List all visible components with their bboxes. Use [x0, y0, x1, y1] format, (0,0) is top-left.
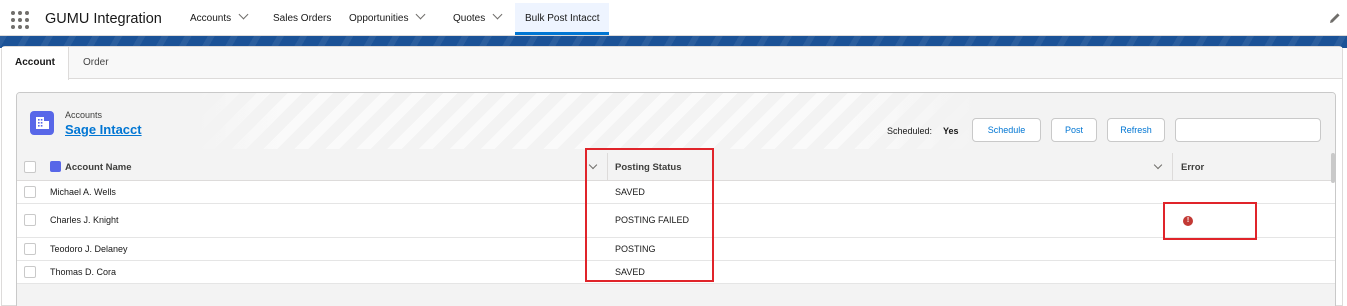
pencil-icon[interactable]: [1329, 12, 1341, 24]
scheduled-value: Yes: [943, 126, 959, 136]
account-name-cell: Michael A. Wells: [50, 187, 116, 197]
row-checkbox[interactable]: [24, 186, 36, 198]
global-navigation: GUMU Integration Accounts Sales Orders O…: [0, 0, 1347, 36]
nav-item-sales-orders[interactable]: Sales Orders: [273, 3, 331, 35]
tab-account[interactable]: Account: [2, 47, 69, 80]
account-name-cell: Teodoro J. Delaney: [50, 244, 128, 254]
annotation-highlight-error: [1163, 202, 1257, 240]
row-checkbox[interactable]: [24, 266, 36, 278]
nav-item-label: Accounts: [190, 13, 232, 24]
column-header-error[interactable]: Error: [1181, 162, 1204, 173]
nav-item-label: Opportunities: [349, 13, 409, 24]
accounts-object-icon: [50, 161, 61, 172]
nav-item-label: Sales Orders: [273, 13, 332, 24]
row-checkbox[interactable]: [24, 214, 36, 226]
chevron-down-icon[interactable]: [238, 9, 249, 20]
annotation-highlight-posting-status: [585, 148, 714, 282]
column-header-account-name[interactable]: Account Name: [65, 162, 132, 173]
app-launcher-icon[interactable]: [11, 11, 29, 29]
nav-item-accounts[interactable]: Accounts: [190, 3, 249, 35]
schedule-button[interactable]: Schedule: [972, 118, 1041, 142]
refresh-button[interactable]: Refresh: [1107, 118, 1165, 142]
nav-item-label: Quotes: [453, 13, 486, 24]
account-name-cell: Charles J. Knight: [50, 215, 119, 225]
search-input[interactable]: [1175, 118, 1321, 142]
table-scrollbar[interactable]: [1331, 153, 1335, 183]
post-button[interactable]: Post: [1051, 118, 1097, 142]
chevron-down-icon[interactable]: [416, 9, 426, 20]
nav-item-quotes[interactable]: Quotes: [453, 3, 503, 35]
accounts-object-icon: [30, 111, 54, 135]
chevron-down-icon[interactable]: [1153, 160, 1163, 170]
select-all-checkbox[interactable]: [24, 161, 36, 173]
account-name-cell: Thomas D. Cora: [50, 267, 117, 277]
row-checkbox[interactable]: [24, 243, 36, 255]
tab-bar: Account Order: [2, 47, 1342, 80]
app-name: GUMU Integration: [45, 11, 162, 27]
column-divider[interactable]: [1172, 153, 1173, 180]
list-title-link[interactable]: Sage Intacct: [65, 122, 142, 137]
nav-item-opportunities[interactable]: Opportunities: [349, 3, 426, 35]
scheduled-label: Scheduled:: [887, 126, 933, 136]
list-header: Accounts Sage Intacct Scheduled: Yes Sch…: [17, 93, 1335, 149]
tab-order[interactable]: Order: [70, 47, 122, 79]
chevron-down-icon[interactable]: [492, 9, 503, 20]
object-label: Accounts: [65, 110, 103, 120]
nav-item-bulk-post-intacct[interactable]: Bulk Post Intacct: [515, 3, 610, 35]
nav-item-label: Bulk Post Intacct: [525, 13, 600, 24]
